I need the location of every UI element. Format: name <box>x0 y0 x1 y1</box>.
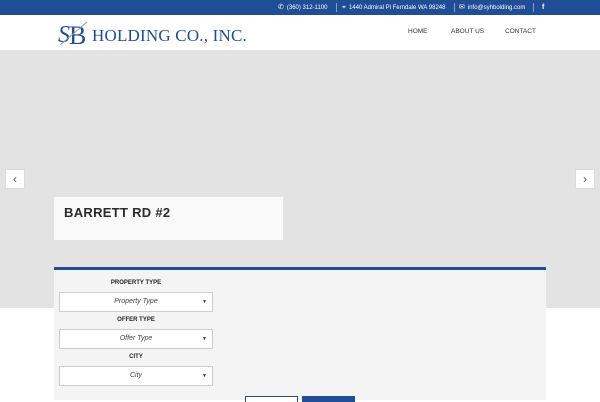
address-link[interactable]: ⌖ 1440 Admiral Pl Ferndale WA 98248 <box>342 0 445 15</box>
phone-number: (360) 312-1100 <box>286 5 328 11</box>
sb-monogram-logo-icon[interactable]: S B <box>57 17 90 49</box>
offer-type-label: OFFER TYPE <box>117 317 155 323</box>
property-type-label: PROPERTY TYPE <box>110 280 162 286</box>
caret-down-icon: ▼ <box>202 336 207 342</box>
nav-contact[interactable]: CONTACT <box>505 28 536 35</box>
property-type-value: Property Type <box>114 298 158 305</box>
nav-home[interactable]: HOME <box>408 28 428 35</box>
email-link[interactable]: ✉ info@syhbolding.com <box>459 0 525 15</box>
slider-prev-button[interactable]: ‹ <box>5 169 25 189</box>
search-button[interactable] <box>302 396 355 402</box>
property-type-select[interactable]: Property Type ▼ <box>59 292 213 312</box>
email-text: info@syhbolding.com <box>467 5 526 11</box>
divider <box>533 3 534 12</box>
offer-type-select[interactable]: Offer Type ▼ <box>59 329 213 349</box>
phone-link[interactable]: ✆ (360) 312-1100 <box>278 0 327 15</box>
mail-icon: ✉ <box>459 4 465 11</box>
listing-title-card: BARRETT RD #2 <box>54 197 283 240</box>
phone-icon: ✆ <box>278 4 284 11</box>
chevron-right-icon: › <box>583 172 587 186</box>
city-select[interactable]: City ▼ <box>59 366 213 386</box>
listing-title[interactable]: BARRETT RD #2 <box>64 205 170 220</box>
city-value: City <box>129 372 143 379</box>
top-contact-bar: ✆ (360) 312-1100 ⌖ 1440 Admiral Pl Ferndal… <box>0 0 600 15</box>
reset-button[interactable] <box>245 396 298 402</box>
logo-text[interactable]: HOLDING CO., INC. <box>92 26 247 46</box>
slider-next-button[interactable]: › <box>575 169 595 189</box>
chevron-left-icon: ‹ <box>13 172 17 186</box>
caret-down-icon: ▼ <box>202 373 207 379</box>
divider <box>454 3 455 12</box>
divider <box>336 3 337 12</box>
map-pin-icon: ⌖ <box>342 4 346 11</box>
address-text: 1440 Admiral Pl Ferndale WA 98248 <box>348 5 446 11</box>
facebook-icon[interactable]: f <box>542 0 544 15</box>
offer-type-value: Offer Type <box>119 335 153 342</box>
nav-about-us[interactable]: ABOUT US <box>451 28 484 35</box>
city-label: CITY <box>129 354 143 360</box>
caret-down-icon: ▼ <box>202 299 207 305</box>
